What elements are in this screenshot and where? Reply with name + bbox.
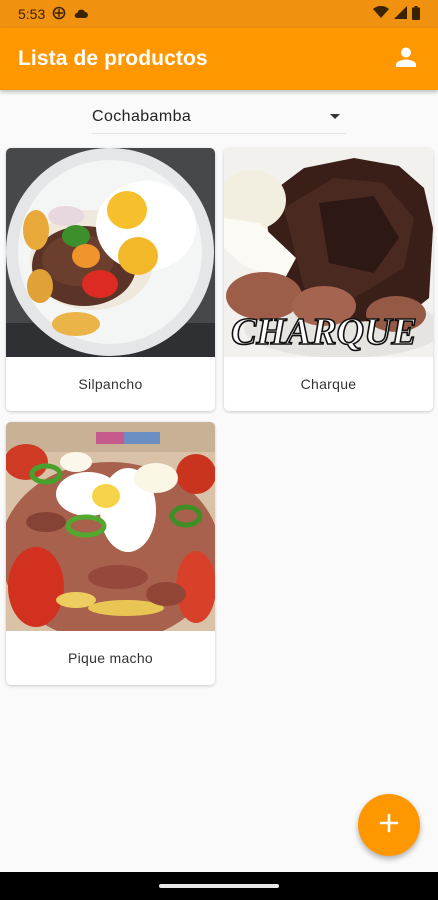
product-image-charque: CHARQUE (224, 148, 433, 357)
add-product-button[interactable] (358, 794, 420, 856)
app-bar: Lista de productos (0, 28, 438, 90)
battery-icon (412, 5, 420, 23)
system-nav-bar (0, 872, 438, 900)
account-button[interactable] (392, 45, 420, 73)
status-time: 5:53 (18, 6, 46, 22)
product-card-silpancho[interactable]: Silpancho (6, 148, 215, 411)
cloud-icon (73, 6, 89, 22)
product-card-pique-macho[interactable]: Pique macho (6, 422, 215, 685)
status-left: 5:53 (18, 6, 89, 23)
page-title: Lista de productos (18, 47, 208, 70)
city-dropdown[interactable]: Cochabamba (92, 100, 346, 134)
dropdown-arrow-icon (330, 114, 340, 119)
product-card-charque[interactable]: CHARQUE Charque (224, 148, 433, 411)
home-gesture-handle[interactable] (159, 884, 279, 888)
cell-signal-icon (394, 6, 407, 22)
status-bar: 5:53 (0, 0, 438, 28)
city-dropdown-value: Cochabamba (92, 107, 192, 125)
wifi-icon (373, 5, 389, 22)
account-icon (395, 46, 417, 73)
product-name: Charque (300, 376, 357, 392)
product-image-caption: CHARQUE (231, 311, 417, 353)
product-name: Pique macho (67, 650, 154, 666)
signal-sim-icon (52, 6, 66, 23)
status-right (373, 5, 420, 23)
add-icon (379, 813, 399, 838)
product-image-pique-macho (6, 422, 215, 631)
product-name: Silpancho (78, 376, 143, 392)
product-image-silpancho (6, 148, 215, 357)
